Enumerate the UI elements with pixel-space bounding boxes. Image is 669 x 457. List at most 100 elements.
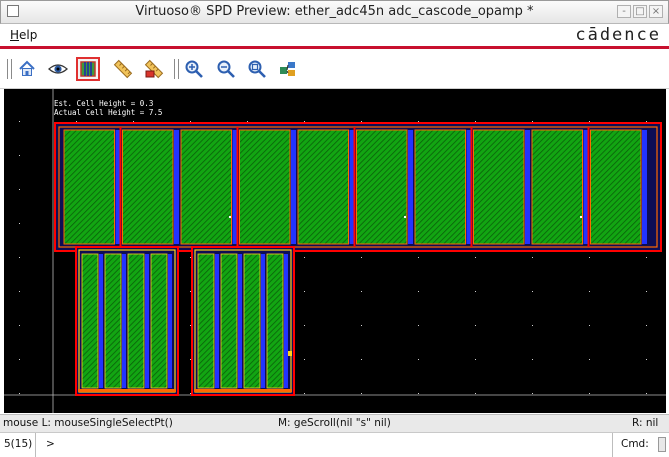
grid-dot <box>304 393 305 394</box>
poly-gate <box>122 254 126 388</box>
device-divider <box>236 127 239 247</box>
grid-dot <box>418 393 419 394</box>
poly-gate <box>145 254 149 388</box>
grid-dot <box>190 257 191 258</box>
poly-gate <box>215 254 219 388</box>
grid-dot <box>646 291 647 292</box>
diffusion-finger <box>590 129 642 245</box>
zoom-in-icon <box>185 60 203 78</box>
grid-dot <box>190 325 191 326</box>
zoom-out-button[interactable] <box>214 57 238 81</box>
layout-canvas[interactable]: Est. Cell Height = 0.3 Actual Cell Heigh… <box>4 89 666 413</box>
poly-gate <box>174 130 179 244</box>
grid-dot <box>190 121 191 122</box>
pin-marker <box>580 216 582 218</box>
grid-dot <box>19 223 20 224</box>
grid-dot <box>418 359 419 360</box>
grid-dot <box>589 393 590 394</box>
ruler-icon <box>113 59 133 79</box>
actual-cell-height: Actual Cell Height = 7.5 <box>54 108 163 117</box>
grid-dot <box>418 121 419 122</box>
menu-help-accelerator: H <box>10 28 20 42</box>
grid-dot <box>589 359 590 360</box>
clear-ruler-button[interactable] <box>142 57 166 81</box>
cell-view-button[interactable] <box>76 57 100 81</box>
grid-dot <box>19 325 20 326</box>
diffusion-finger <box>473 129 525 245</box>
diffusion-finger <box>531 129 583 245</box>
layout-drawing[interactable] <box>4 89 666 413</box>
toolbar <box>0 50 669 89</box>
home-button[interactable] <box>15 57 39 81</box>
zoom-fit-button[interactable] <box>245 57 269 81</box>
diffusion-finger <box>127 253 145 389</box>
grid-dot <box>475 121 476 122</box>
est-cell-height: Est. Cell Height = 0.3 <box>54 99 154 108</box>
grid-dot <box>646 325 647 326</box>
minimize-button[interactable]: - <box>617 5 631 18</box>
command-bar: 5(15) > Cmd: <box>0 432 669 457</box>
show-button[interactable] <box>46 57 70 81</box>
toolbar-grip[interactable] <box>7 59 12 79</box>
poly-gate <box>238 254 242 388</box>
command-prompt: > <box>46 438 55 450</box>
grid-dot <box>646 359 647 360</box>
mouse-left-binding: mouse L: mouseSingleSelectPt() <box>3 417 173 429</box>
device-divider <box>587 127 590 247</box>
grid-dot <box>19 257 20 258</box>
pin-marker <box>229 216 231 218</box>
grid-dot <box>475 291 476 292</box>
grid-dot <box>475 359 476 360</box>
diffusion-finger <box>220 253 238 389</box>
clear-ruler-icon <box>144 59 164 79</box>
grid-dot <box>589 325 590 326</box>
grid-dot <box>532 393 533 394</box>
home-icon <box>19 60 35 76</box>
diffusion-finger <box>63 129 115 245</box>
close-button[interactable]: × <box>649 5 663 18</box>
ruler-button[interactable] <box>111 57 135 81</box>
grid-dot <box>646 121 647 122</box>
menu-help[interactable]: Help <box>10 28 37 42</box>
device-divider <box>353 127 356 247</box>
toolbar-separator <box>174 59 179 79</box>
grid-dot <box>589 121 590 122</box>
diffusion-finger <box>180 129 232 245</box>
mouse-right-binding: R: nil <box>632 417 659 429</box>
maximize-button[interactable]: □ <box>633 5 647 18</box>
grid-dot <box>589 257 590 258</box>
diffusion-finger <box>104 253 122 389</box>
grid-dot <box>361 121 362 122</box>
poly-gate <box>408 130 413 244</box>
title-bar: Virtuoso® SPD Preview: ether_adc45n adc_… <box>0 0 669 24</box>
grid-dot <box>76 121 77 122</box>
grid-dot <box>361 257 362 258</box>
menu-bar: Help cādence <box>0 24 669 46</box>
device-divider <box>119 127 122 247</box>
grid-dot <box>418 291 419 292</box>
command-count: 5(15) <box>0 433 36 457</box>
poly-gate <box>525 130 530 244</box>
cmd-input[interactable] <box>658 437 666 452</box>
grid-dot <box>646 257 647 258</box>
menu-help-label: elp <box>19 28 38 42</box>
diffusion-finger <box>81 253 99 389</box>
grid-dot <box>418 257 419 258</box>
zoom-out-icon <box>217 60 235 78</box>
window-title: Virtuoso® SPD Preview: ether_adc45n adc_… <box>135 4 534 19</box>
poly-gate <box>168 254 172 388</box>
poly-gate <box>261 254 265 388</box>
grid-dot <box>475 325 476 326</box>
grid-dot <box>190 393 191 394</box>
grid-dot <box>361 325 362 326</box>
diffusion-finger <box>243 253 261 389</box>
diffusion-finger <box>297 129 349 245</box>
zoom-in-button[interactable] <box>182 57 206 81</box>
hierarchy-button[interactable] <box>276 57 300 81</box>
grid-dot <box>361 359 362 360</box>
grid-dot <box>475 257 476 258</box>
diffusion-finger <box>197 253 215 389</box>
eye-icon <box>48 64 68 74</box>
grid-dot <box>19 189 20 190</box>
grid-dot <box>418 325 419 326</box>
